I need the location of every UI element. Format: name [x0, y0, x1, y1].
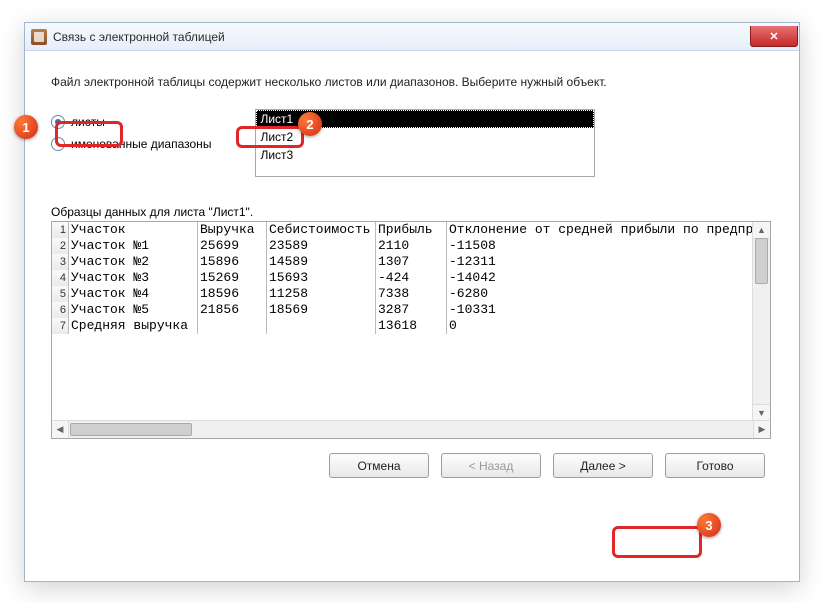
next-button[interactable]: Далее >: [553, 453, 653, 478]
scroll-right-icon[interactable]: ▶: [753, 421, 770, 438]
list-item[interactable]: Лист1: [256, 110, 594, 128]
cell: 14589: [267, 254, 376, 270]
scroll-thumb[interactable]: [755, 238, 768, 284]
table-row: 3 Участок №2 15896 14589 1307 -12311: [52, 254, 753, 270]
selector-row: листы именованные диапазоны Лист1 Лист2 …: [51, 109, 773, 177]
cell: Участок №2: [69, 254, 198, 270]
table-row: 6 Участок №5 21856 18569 3287 -10331: [52, 302, 753, 318]
cell: [267, 318, 376, 334]
row-number: 5: [52, 286, 69, 302]
scroll-left-icon[interactable]: ◀: [52, 421, 69, 438]
row-number: 3: [52, 254, 69, 270]
table-row: 5 Участок №4 18596 11258 7338 -6280: [52, 286, 753, 302]
cell: Участок №3: [69, 270, 198, 286]
row-number: 7: [52, 318, 69, 334]
cell: -14042: [447, 270, 753, 286]
cell: 15693: [267, 270, 376, 286]
window-title: Связь с электронной таблицей: [53, 30, 225, 44]
column-header: Участок: [69, 222, 198, 238]
radio-sheets-label: листы: [71, 115, 105, 129]
cell: 18569: [267, 302, 376, 318]
cell: -10331: [447, 302, 753, 318]
cell: Участок №1: [69, 238, 198, 254]
cell: 3287: [376, 302, 447, 318]
canvas: Связь с электронной таблицей ✕ Файл элек…: [0, 0, 827, 603]
cell: -12311: [447, 254, 753, 270]
cell: Участок №4: [69, 286, 198, 302]
instruction-text: Файл электронной таблицы содержит нескол…: [51, 75, 773, 89]
table-row: 2 Участок №1 25699 23589 2110 -11508: [52, 238, 753, 254]
finish-button[interactable]: Готово: [665, 453, 765, 478]
list-item[interactable]: Лист2: [256, 128, 594, 146]
sheet-listbox[interactable]: Лист1 Лист2 Лист3: [255, 109, 595, 177]
table-row: 7 Средняя выручка 13618 0: [52, 318, 753, 334]
cell: 15269: [198, 270, 267, 286]
column-header: Прибыль: [376, 222, 447, 238]
scroll-down-icon[interactable]: ▼: [753, 404, 770, 421]
window-close-button[interactable]: ✕: [750, 26, 798, 47]
back-button[interactable]: < Назад: [441, 453, 541, 478]
list-item[interactable]: Лист3: [256, 146, 594, 164]
row-number: 2: [52, 238, 69, 254]
cell: 21856: [198, 302, 267, 318]
cell: 25699: [198, 238, 267, 254]
cell: 1307: [376, 254, 447, 270]
cell: -424: [376, 270, 447, 286]
row-number: 1: [52, 222, 69, 238]
cell: [198, 318, 267, 334]
scroll-thumb[interactable]: [70, 423, 192, 436]
cell: 15896: [198, 254, 267, 270]
radio-icon: [51, 137, 65, 151]
cell: Средняя выручка: [69, 318, 198, 334]
preview-grid: 1 Участок Выручка Себистоимость Прибыль …: [52, 222, 753, 420]
radio-named-ranges[interactable]: именованные диапазоны: [51, 137, 211, 151]
cell: 18596: [198, 286, 267, 302]
preview-grid-wrap: 1 Участок Выручка Себистоимость Прибыль …: [51, 221, 771, 439]
table-header-row: 1 Участок Выручка Себистоимость Прибыль …: [52, 222, 753, 238]
cell: 7338: [376, 286, 447, 302]
wizard-buttons: Отмена < Назад Далее > Готово: [51, 453, 773, 478]
column-header: Выручка: [198, 222, 267, 238]
radio-icon: [51, 115, 65, 129]
cell: 0: [447, 318, 753, 334]
wizard-body: Файл электронной таблицы содержит нескол…: [25, 51, 799, 492]
vertical-scrollbar[interactable]: ▲ ▼: [752, 222, 770, 421]
radio-ranges-label: именованные диапазоны: [71, 137, 211, 151]
titlebar: Связь с электронной таблицей ✕: [25, 23, 799, 51]
app-icon: [31, 29, 47, 45]
cell: 2110: [376, 238, 447, 254]
scroll-up-icon[interactable]: ▲: [753, 222, 770, 239]
cell: 13618: [376, 318, 447, 334]
cell: 23589: [267, 238, 376, 254]
radio-group: листы именованные диапазоны: [51, 109, 211, 159]
row-number: 6: [52, 302, 69, 318]
radio-sheets[interactable]: листы: [51, 115, 211, 129]
cancel-button[interactable]: Отмена: [329, 453, 429, 478]
column-header: Отклонение от средней прибыли по предпри: [447, 222, 753, 238]
cell: 11258: [267, 286, 376, 302]
cell: Участок №5: [69, 302, 198, 318]
cell: -6280: [447, 286, 753, 302]
preview-label: Образцы данных для листа "Лист1".: [51, 205, 773, 219]
row-number: 4: [52, 270, 69, 286]
cell: -11508: [447, 238, 753, 254]
column-header: Себистоимость: [267, 222, 376, 238]
table-row: 4 Участок №3 15269 15693 -424 -14042: [52, 270, 753, 286]
close-icon: ✕: [769, 30, 778, 43]
wizard-window: Связь с электронной таблицей ✕ Файл элек…: [24, 22, 800, 582]
horizontal-scrollbar[interactable]: ◀ ▶: [52, 420, 770, 438]
